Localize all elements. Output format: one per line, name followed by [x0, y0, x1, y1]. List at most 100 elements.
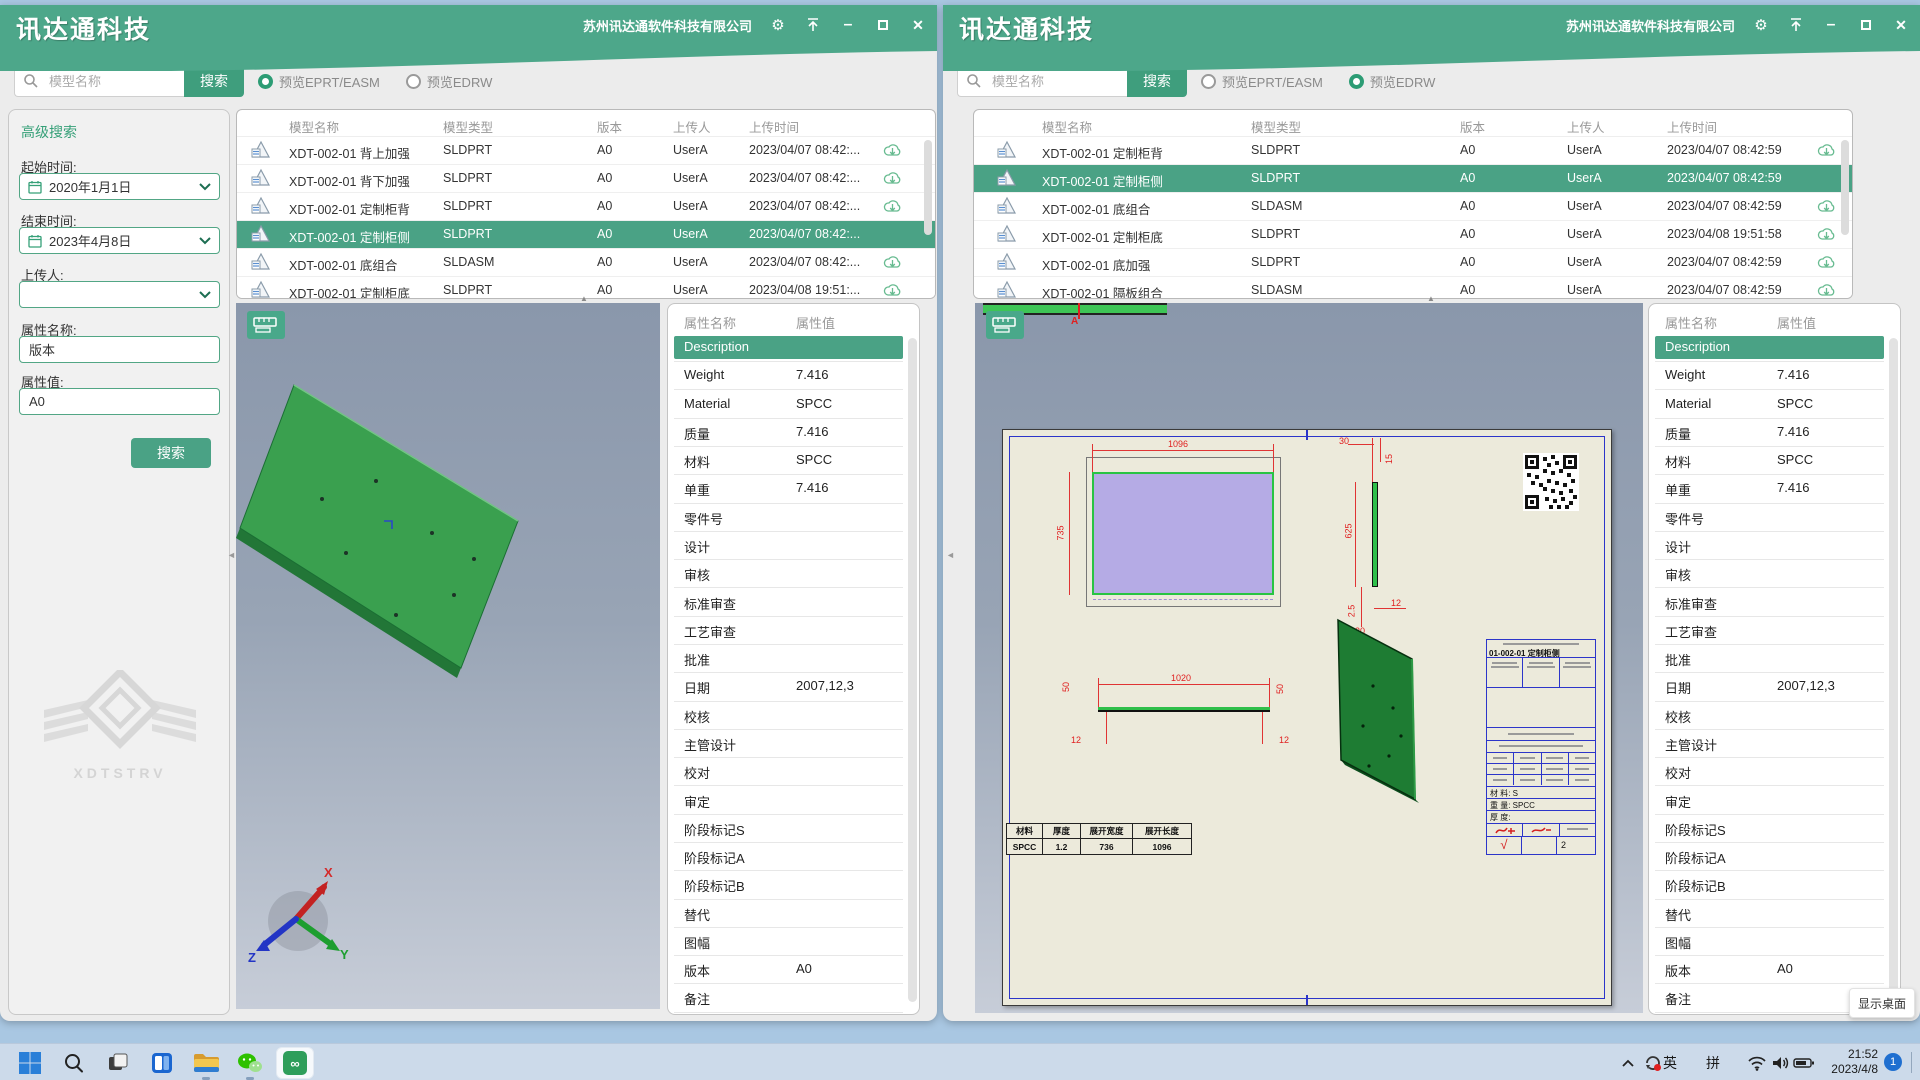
show-desktop-divider[interactable]	[1911, 1052, 1912, 1073]
close-button[interactable]: ✕	[1892, 16, 1910, 34]
scroll-up-arrow[interactable]: ▲	[580, 294, 588, 303]
property-row[interactable]: 阶段标记B	[674, 873, 903, 896]
property-row[interactable]: 工艺审查	[674, 619, 903, 642]
download-cloud-icon[interactable]	[1817, 198, 1836, 220]
end-date-picker[interactable]: 2023年4月8日	[19, 227, 220, 254]
property-row[interactable]: 校核	[674, 704, 903, 727]
measure-button[interactable]	[986, 311, 1024, 339]
property-row[interactable]: 材料 SPCC	[674, 449, 903, 472]
property-row[interactable]: 单重 7.416	[674, 477, 903, 500]
measure-button[interactable]	[247, 311, 285, 339]
property-row[interactable]: 工艺审查	[1655, 619, 1884, 642]
battery-icon[interactable]	[1789, 1049, 1819, 1077]
maximize-button[interactable]	[874, 16, 892, 34]
property-row[interactable]: 图幅	[674, 930, 903, 953]
property-row[interactable]: 阶段标记S	[674, 817, 903, 840]
collapse-panel-arrow[interactable]: ◄	[946, 550, 955, 560]
minimize-button[interactable]: –	[839, 16, 857, 34]
property-row[interactable]: 审核	[1655, 562, 1884, 585]
property-row[interactable]: 版本 A0	[1655, 958, 1884, 981]
download-cloud-icon[interactable]	[1817, 226, 1836, 248]
collapse-panel-arrow[interactable]: ◄	[227, 550, 236, 560]
radio-preview-eprt[interactable]: 预览EPRT/EASM	[258, 72, 380, 91]
widgets-app-icon[interactable]	[147, 1049, 177, 1077]
property-row[interactable]: 质量 7.416	[1655, 421, 1884, 444]
prop-value-input[interactable]	[19, 388, 220, 415]
property-row[interactable]: 质量 7.416	[674, 421, 903, 444]
property-row[interactable]: 批准	[674, 647, 903, 670]
property-row[interactable]: 设计	[674, 534, 903, 557]
table-row[interactable]: XDT-002-01 背下加强 SLDPRT A0 UserA 2023/04/…	[237, 165, 935, 193]
active-app-xdt[interactable]: ∞	[276, 1047, 314, 1079]
table-row[interactable]: XDT-002-01 底组合 SLDASM A0 UserA 2023/04/0…	[237, 249, 935, 277]
property-row[interactable]: 校对	[674, 760, 903, 783]
settings-gear-icon[interactable]: ⚙	[1752, 16, 1770, 34]
property-row[interactable]: 审定	[1655, 789, 1884, 812]
start-button[interactable]	[15, 1049, 45, 1077]
titlebar[interactable]: 讯达通科技 苏州讯达通软件科技有限公司 ⚙ – ✕	[943, 5, 1920, 45]
notification-badge[interactable]: 1	[1884, 1053, 1902, 1071]
titlebar[interactable]: 讯达通科技 苏州讯达通软件科技有限公司 ⚙ – ✕	[0, 5, 937, 45]
table-row[interactable]: XDT-002-01 隔板组合 SLDASM A0 UserA 2023/04/…	[974, 277, 1852, 299]
minimize-button[interactable]: –	[1822, 16, 1840, 34]
uploader-dropdown[interactable]	[19, 281, 220, 308]
table-row[interactable]: XDT-002-01 定制柜侧 SLDPRT A0 UserA 2023/04/…	[237, 221, 935, 249]
property-row[interactable]: 阶段标记A	[1655, 845, 1884, 868]
property-row[interactable]: 校核	[1655, 704, 1884, 727]
property-row[interactable]: 备注	[674, 986, 903, 1009]
model-3d-viewport[interactable]: X Y Z	[236, 303, 660, 1009]
property-row[interactable]: 日期 2007,12,3	[674, 675, 903, 698]
download-cloud-icon[interactable]	[883, 282, 902, 299]
file-explorer-icon[interactable]	[191, 1049, 221, 1077]
property-row[interactable]: 阶段标记B	[1655, 873, 1884, 896]
download-cloud-icon[interactable]	[883, 170, 902, 192]
table-scrollbar[interactable]	[924, 140, 932, 235]
3d-part-green-panel[interactable]	[236, 363, 536, 693]
scroll-up-arrow[interactable]: ▲	[1427, 294, 1435, 303]
property-row[interactable]: 设计	[1655, 534, 1884, 557]
property-row[interactable]: 审定	[674, 789, 903, 812]
start-date-picker[interactable]: 2020年1月1日	[19, 173, 220, 200]
table-row[interactable]: XDT-002-01 定制柜侧 SLDPRT A0 UserA 2023/04/…	[974, 165, 1852, 193]
table-row[interactable]: XDT-002-01 定制柜背 SLDPRT A0 UserA 2023/04/…	[974, 137, 1852, 165]
properties-scrollbar[interactable]	[1889, 338, 1898, 1002]
property-row[interactable]: 阶段标记S	[1655, 817, 1884, 840]
advanced-search-button[interactable]: 搜索	[131, 438, 211, 468]
property-row[interactable]: 阶段标记A	[674, 845, 903, 868]
table-row[interactable]: XDT-002-01 定制柜背 SLDPRT A0 UserA 2023/04/…	[237, 193, 935, 221]
property-row[interactable]: 日期 2007,12,3	[1655, 675, 1884, 698]
radio-preview-eprt[interactable]: 预览EPRT/EASM	[1201, 72, 1323, 91]
property-row[interactable]: 零件号	[1655, 506, 1884, 529]
radio-preview-edrw[interactable]: 预览EDRW	[1349, 72, 1435, 91]
property-row[interactable]: Material SPCC	[674, 393, 903, 416]
upload-icon[interactable]	[804, 16, 822, 34]
clock[interactable]: 21:52 2023/4/8	[1822, 1047, 1878, 1077]
property-row[interactable]: Description	[674, 336, 903, 359]
prop-name-input[interactable]	[19, 336, 220, 363]
table-row[interactable]: XDT-002-01 背上加强 SLDPRT A0 UserA 2023/04/…	[237, 137, 935, 165]
property-row[interactable]: 图幅	[1655, 930, 1884, 953]
task-view-icon[interactable]	[103, 1049, 133, 1077]
maximize-button[interactable]	[1857, 16, 1875, 34]
property-row[interactable]: Weight 7.416	[1655, 364, 1884, 387]
download-cloud-icon[interactable]	[1817, 282, 1836, 299]
property-row[interactable]: Weight 7.416	[674, 364, 903, 387]
property-row[interactable]: Material SPCC	[1655, 393, 1884, 416]
property-row[interactable]: 标准审查	[674, 591, 903, 614]
properties-scrollbar[interactable]	[908, 338, 917, 1002]
property-row[interactable]: 材料 SPCC	[1655, 449, 1884, 472]
property-row[interactable]: 单重 7.416	[1655, 477, 1884, 500]
table-row[interactable]: XDT-002-01 定制柜底 SLDPRT A0 UserA 2023/04/…	[974, 221, 1852, 249]
settings-gear-icon[interactable]: ⚙	[769, 16, 787, 34]
download-cloud-icon[interactable]	[1817, 254, 1836, 276]
property-row[interactable]: 版本 A0	[674, 958, 903, 981]
property-row[interactable]: 校对	[1655, 760, 1884, 783]
wechat-icon[interactable]	[235, 1049, 265, 1077]
download-cloud-icon[interactable]	[1817, 142, 1836, 164]
property-row[interactable]: 审核	[674, 562, 903, 585]
property-row[interactable]: 主管设计	[674, 732, 903, 755]
property-row[interactable]: 零件号	[674, 506, 903, 529]
ime-language-button[interactable]: 英	[1663, 1053, 1677, 1073]
property-row[interactable]: 标准审查	[1655, 591, 1884, 614]
property-row[interactable]: 主管设计	[1655, 732, 1884, 755]
